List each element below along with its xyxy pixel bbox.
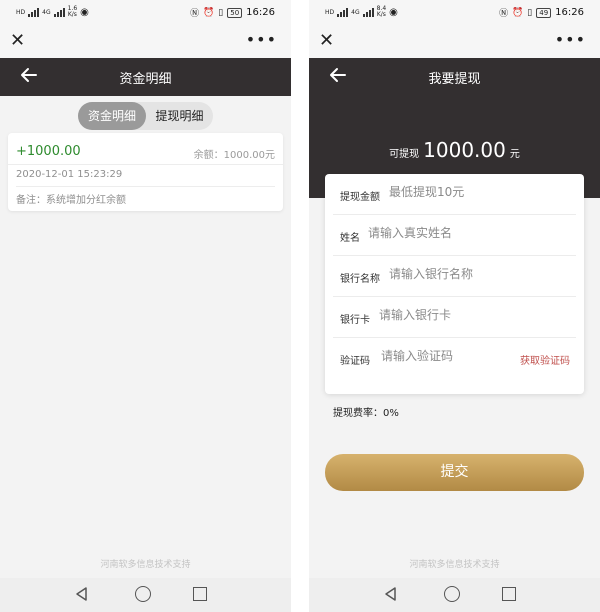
more-icon[interactable]: ••• xyxy=(246,30,277,49)
network-4g-badge: 4G xyxy=(351,8,360,16)
network-4g-badge: 4G xyxy=(42,8,51,16)
page-title: 资金明细 xyxy=(119,72,172,87)
field-label: 提现金额 xyxy=(340,192,380,203)
get-code-button[interactable]: 获取验证码 xyxy=(520,352,570,367)
available-unit: 元 xyxy=(509,149,520,160)
tab-funds-detail[interactable]: 资金明细 xyxy=(78,102,146,130)
battery-icon: 50 xyxy=(227,7,243,18)
submit-button[interactable]: 提交 xyxy=(325,454,584,491)
page-title: 我要提现 xyxy=(428,72,481,87)
clock: 16:26 xyxy=(555,7,584,18)
network-hd-badge: HD xyxy=(325,8,335,16)
status-bar: HD 4G 1.6 K/s ◉ Ⓝ ⏰ ▯ 50 16:26 xyxy=(0,0,291,26)
status-bar: HD 4G 8.4 K/s ◉ Ⓝ ⏰ ▯ 49 16:26 xyxy=(309,0,600,26)
eye-icon: ◉ xyxy=(389,6,398,18)
form-row-bank-card: 银行卡 xyxy=(333,297,576,338)
fund-record-card: +1000.00 余额：1000.00元 2020-12-01 15:23:29… xyxy=(8,133,283,211)
nav-back-icon[interactable] xyxy=(74,586,90,602)
nav-back-icon[interactable] xyxy=(383,586,399,602)
browser-topbar: ✕ ••• xyxy=(0,26,291,58)
support-text: 河南软多信息技术支持 xyxy=(409,560,500,570)
form-row-code: 验证码 获取验证码 xyxy=(333,338,576,379)
browser-topbar: ✕ ••• xyxy=(309,26,600,58)
page-header: 资金明细 xyxy=(0,58,291,96)
vibrate-icon: ▯ xyxy=(218,7,224,18)
fee-rate: 提现费率：0% xyxy=(333,408,399,419)
bank-card-input[interactable] xyxy=(379,308,529,322)
form-row-bank-name: 银行名称 xyxy=(333,256,576,297)
more-icon[interactable]: ••• xyxy=(555,30,586,49)
available-label: 可提现 xyxy=(389,149,420,160)
alarm-icon: ⏰ xyxy=(512,7,524,18)
field-label: 验证码 xyxy=(340,356,370,367)
battery-icon: 49 xyxy=(536,7,552,18)
field-label: 银行名称 xyxy=(340,274,380,285)
nav-home-icon[interactable] xyxy=(444,586,460,602)
clock: 16:26 xyxy=(246,7,275,18)
record-amount: +1000.00 xyxy=(16,144,81,159)
network-speed: 1.6 K/s xyxy=(67,5,78,18)
signal-icon xyxy=(28,7,40,17)
signal-icon xyxy=(53,7,65,17)
eye-icon: ◉ xyxy=(80,6,89,18)
verification-code-input[interactable] xyxy=(381,349,491,363)
close-icon[interactable]: ✕ xyxy=(10,32,25,50)
form-row-name: 姓名 xyxy=(333,215,576,256)
network-hd-badge: HD xyxy=(16,8,26,16)
record-note: 备注：系统增加分红余额 xyxy=(16,195,126,206)
record-date: 2020-12-01 15:23:29 xyxy=(16,169,123,180)
segment-tabs: 资金明细 提现明细 xyxy=(78,102,213,130)
system-navbar xyxy=(309,578,600,612)
signal-icon xyxy=(337,7,349,17)
network-speed: 8.4 K/s xyxy=(376,5,387,18)
bank-name-input[interactable] xyxy=(389,267,539,281)
field-label: 姓名 xyxy=(340,233,360,244)
field-label: 银行卡 xyxy=(340,315,370,326)
nav-recent-icon[interactable] xyxy=(193,587,207,601)
tab-withdraw-detail[interactable]: 提现明细 xyxy=(148,102,211,130)
system-navbar xyxy=(0,578,291,612)
available-balance: 可提现 1000.00 元 xyxy=(309,138,600,162)
nav-recent-icon[interactable] xyxy=(502,587,516,601)
divider xyxy=(16,186,275,187)
available-value: 1000.00 xyxy=(423,138,506,162)
divider xyxy=(8,164,283,165)
signal-icon xyxy=(362,7,374,17)
withdraw-screen: HD 4G 8.4 K/s ◉ Ⓝ ⏰ ▯ 49 16:26 ✕ ••• 我要提现… xyxy=(309,0,600,612)
vibrate-icon: ▯ xyxy=(527,7,533,18)
form-row-amount: 提现金额 xyxy=(333,174,576,215)
amount-input[interactable] xyxy=(389,185,539,199)
record-balance: 余额：1000.00元 xyxy=(193,150,275,161)
withdraw-form: 提现金额 姓名 银行名称 银行卡 验证码 获取验证码 xyxy=(325,174,584,394)
nfc-icon: Ⓝ xyxy=(499,9,509,19)
name-input[interactable] xyxy=(368,226,518,240)
nfc-icon: Ⓝ xyxy=(190,9,200,19)
funds-detail-screen: HD 4G 1.6 K/s ◉ Ⓝ ⏰ ▯ 50 16:26 ✕ ••• 资金明细… xyxy=(0,0,291,612)
nav-home-icon[interactable] xyxy=(135,586,151,602)
support-text: 河南软多信息技术支持 xyxy=(100,560,191,570)
close-icon[interactable]: ✕ xyxy=(319,32,334,50)
alarm-icon: ⏰ xyxy=(203,7,215,18)
